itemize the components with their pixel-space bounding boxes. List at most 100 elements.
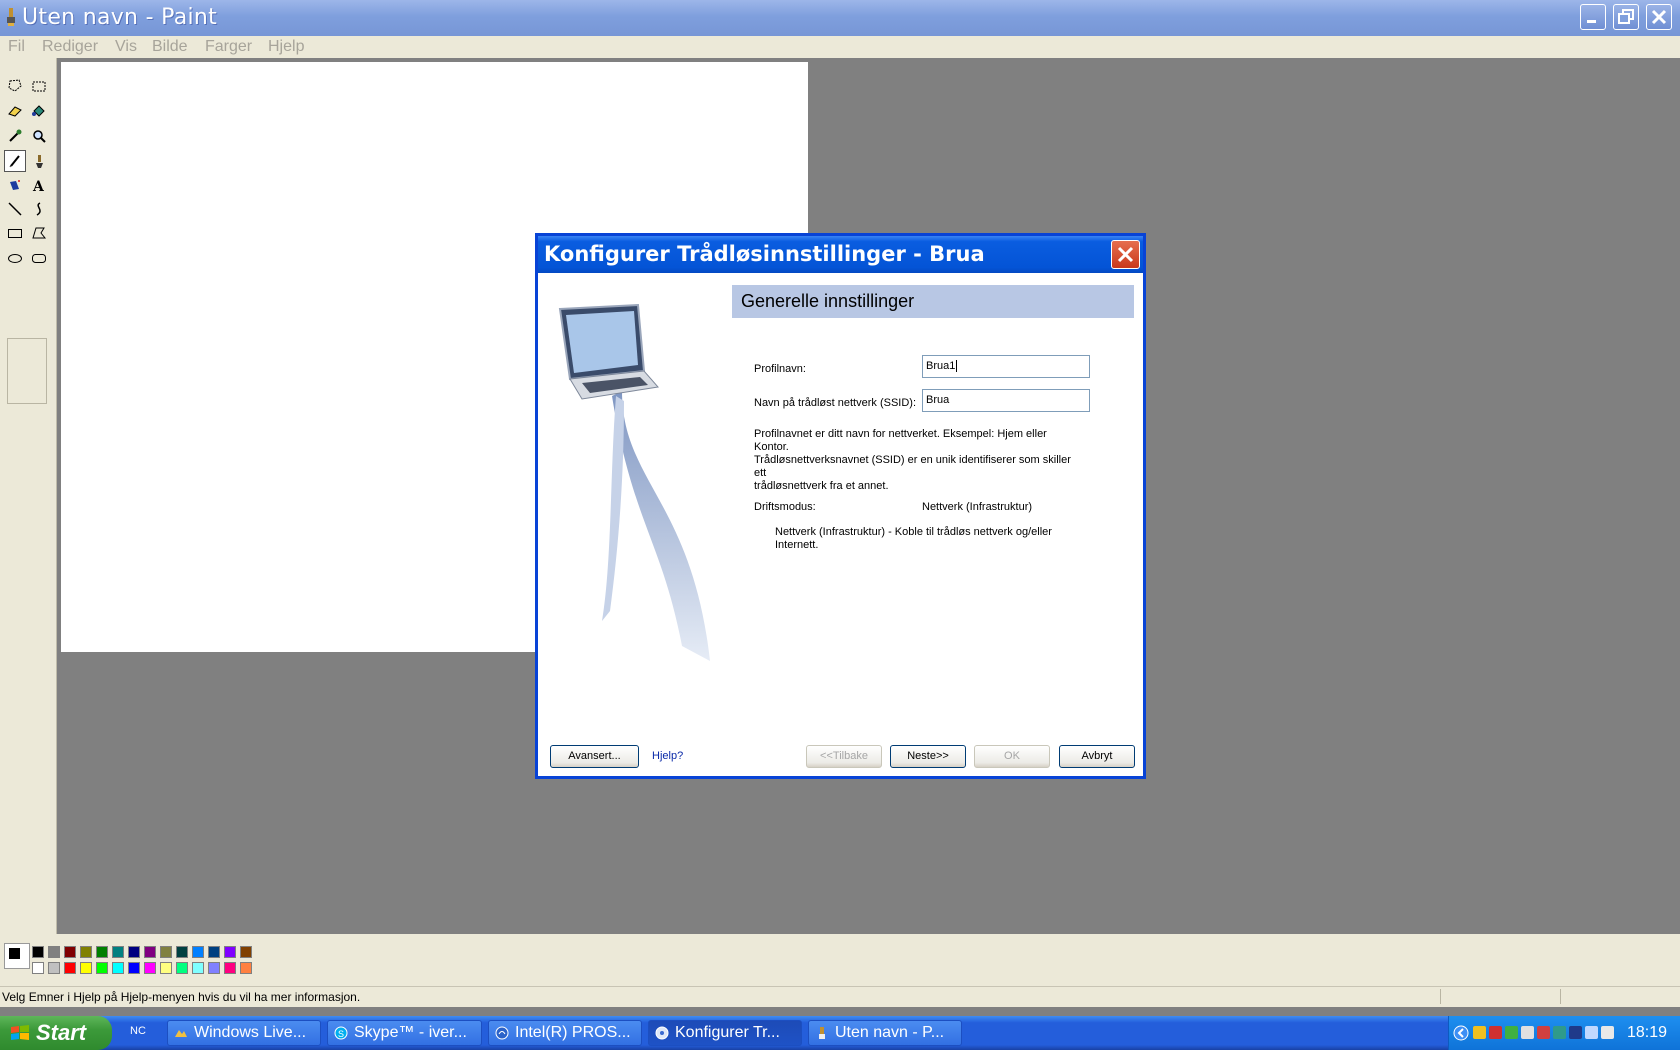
eraser-icon [8, 106, 22, 117]
palette-swatch[interactable] [224, 962, 236, 974]
tool-box: A [0, 58, 57, 934]
palette-swatch[interactable] [80, 962, 92, 974]
fill-tool[interactable] [28, 100, 50, 122]
palette-swatch[interactable] [144, 946, 156, 958]
next-button[interactable]: Neste>> [890, 745, 966, 768]
menu-farger[interactable]: Farger [205, 38, 252, 56]
task-windows-live[interactable]: Windows Live... [167, 1020, 321, 1046]
free-select-icon [8, 79, 22, 92]
palette-swatch[interactable] [224, 946, 236, 958]
palette-swatch[interactable] [32, 946, 44, 958]
palette-swatch[interactable] [240, 946, 252, 958]
palette-swatch[interactable] [128, 962, 140, 974]
foreground-color [8, 947, 21, 960]
palette-swatch[interactable] [240, 962, 252, 974]
profile-name-input[interactable]: Brua1 [922, 355, 1090, 378]
task-paint[interactable]: Uten navn - P... [808, 1020, 962, 1046]
wireless-config-icon [655, 1026, 669, 1040]
close-button[interactable] [1646, 4, 1672, 30]
messenger-icon[interactable] [1521, 1026, 1534, 1039]
title-bar: Uten navn - Paint [0, 0, 1680, 36]
rectangle-tool[interactable] [4, 222, 26, 244]
task-skype[interactable]: S Skype™ - iver... [327, 1020, 482, 1046]
pick-color-tool[interactable] [4, 125, 26, 147]
cancel-button[interactable]: Avbryt [1059, 745, 1135, 768]
airbrush-tool[interactable] [4, 174, 26, 196]
text-tool[interactable]: A [28, 174, 50, 196]
back-button[interactable]: <<Tilbake [806, 745, 882, 768]
palette-swatch[interactable] [96, 962, 108, 974]
text-icon: A [32, 179, 45, 193]
palette-swatch[interactable] [192, 962, 204, 974]
tool-options-box[interactable] [7, 338, 47, 404]
connection-icon[interactable] [1569, 1026, 1582, 1039]
brush-tool[interactable] [28, 150, 50, 172]
curve-icon [36, 202, 41, 216]
wireless-settings-dialog: Konfigurer Trådløsinnstillinger - Brua G… [535, 233, 1146, 779]
quick-launch-nc[interactable]: NC [130, 1025, 146, 1037]
polygon-icon [32, 227, 47, 239]
red-tray-icon[interactable] [1537, 1026, 1550, 1039]
palette-swatch[interactable] [192, 946, 204, 958]
menu-fil[interactable]: Fil [8, 38, 25, 56]
eraser-tool[interactable] [4, 100, 26, 122]
help-link[interactable]: Hjelp? [652, 750, 683, 762]
free-select-tool[interactable] [4, 75, 26, 97]
palette-swatch[interactable] [160, 962, 172, 974]
pencil-tool[interactable] [4, 150, 26, 172]
fill-icon [32, 105, 45, 117]
palette-swatch[interactable] [208, 946, 220, 958]
palette-swatch[interactable] [80, 946, 92, 958]
polygon-tool[interactable] [28, 222, 50, 244]
display-icon[interactable] [1553, 1026, 1566, 1039]
network-error-icon[interactable] [1489, 1026, 1502, 1039]
brush-icon [36, 155, 43, 168]
palette-swatch[interactable] [96, 946, 108, 958]
menu-vis[interactable]: Vis [115, 38, 137, 56]
menu-rediger[interactable]: Rediger [42, 38, 98, 56]
tray-collapse-icon[interactable] [1453, 1025, 1469, 1041]
paint-icon [819, 1027, 825, 1039]
menu-hjelp[interactable]: Hjelp [268, 38, 304, 56]
restore-icon [1618, 9, 1634, 24]
rounded-rectangle-tool[interactable] [28, 247, 50, 269]
ellipse-tool[interactable] [4, 247, 26, 269]
rectangle-icon [8, 229, 22, 238]
security-shield-icon[interactable] [1473, 1026, 1486, 1039]
wireless-signal-icon[interactable] [1585, 1026, 1598, 1039]
start-button[interactable]: Start [0, 1016, 112, 1050]
palette-swatch[interactable] [160, 946, 172, 958]
ssid-input[interactable]: Brua [922, 389, 1090, 412]
select-tool[interactable] [28, 75, 50, 97]
status-bar: Velg Emner i Hjelp på Hjelp-menyen hvis … [0, 986, 1680, 1007]
palette-swatch[interactable] [208, 962, 220, 974]
dialog-close-button[interactable] [1111, 240, 1140, 269]
palette-swatch[interactable] [32, 962, 44, 974]
green-tray-icon[interactable] [1505, 1026, 1518, 1039]
minimize-button[interactable] [1580, 4, 1606, 30]
palette-swatch[interactable] [48, 946, 60, 958]
ssid-value: Brua [926, 394, 950, 406]
palette-swatch[interactable] [176, 946, 188, 958]
advanced-button[interactable]: Avansert... [550, 745, 639, 768]
palette-swatch[interactable] [64, 962, 76, 974]
volume-icon[interactable] [1601, 1026, 1614, 1039]
curve-tool[interactable] [28, 198, 50, 220]
magnifier-tool[interactable] [28, 125, 50, 147]
task-intel-proset[interactable]: Intel(R) PROS... [488, 1020, 642, 1046]
palette-swatch[interactable] [48, 962, 60, 974]
palette-swatch[interactable] [64, 946, 76, 958]
line-tool[interactable] [4, 198, 26, 220]
palette-swatch[interactable] [112, 962, 124, 974]
menu-bilde[interactable]: Bilde [152, 38, 188, 56]
text-cursor [956, 360, 958, 372]
palette-swatch[interactable] [112, 946, 124, 958]
ok-button[interactable]: OK [974, 745, 1050, 768]
clock: 18:19 [1627, 1024, 1668, 1041]
svg-text:A: A [32, 179, 45, 193]
task-konfigurer[interactable]: Konfigurer Tr... [648, 1020, 802, 1046]
restore-button[interactable] [1613, 4, 1639, 30]
palette-swatch[interactable] [144, 962, 156, 974]
palette-swatch[interactable] [128, 946, 140, 958]
palette-swatch[interactable] [176, 962, 188, 974]
